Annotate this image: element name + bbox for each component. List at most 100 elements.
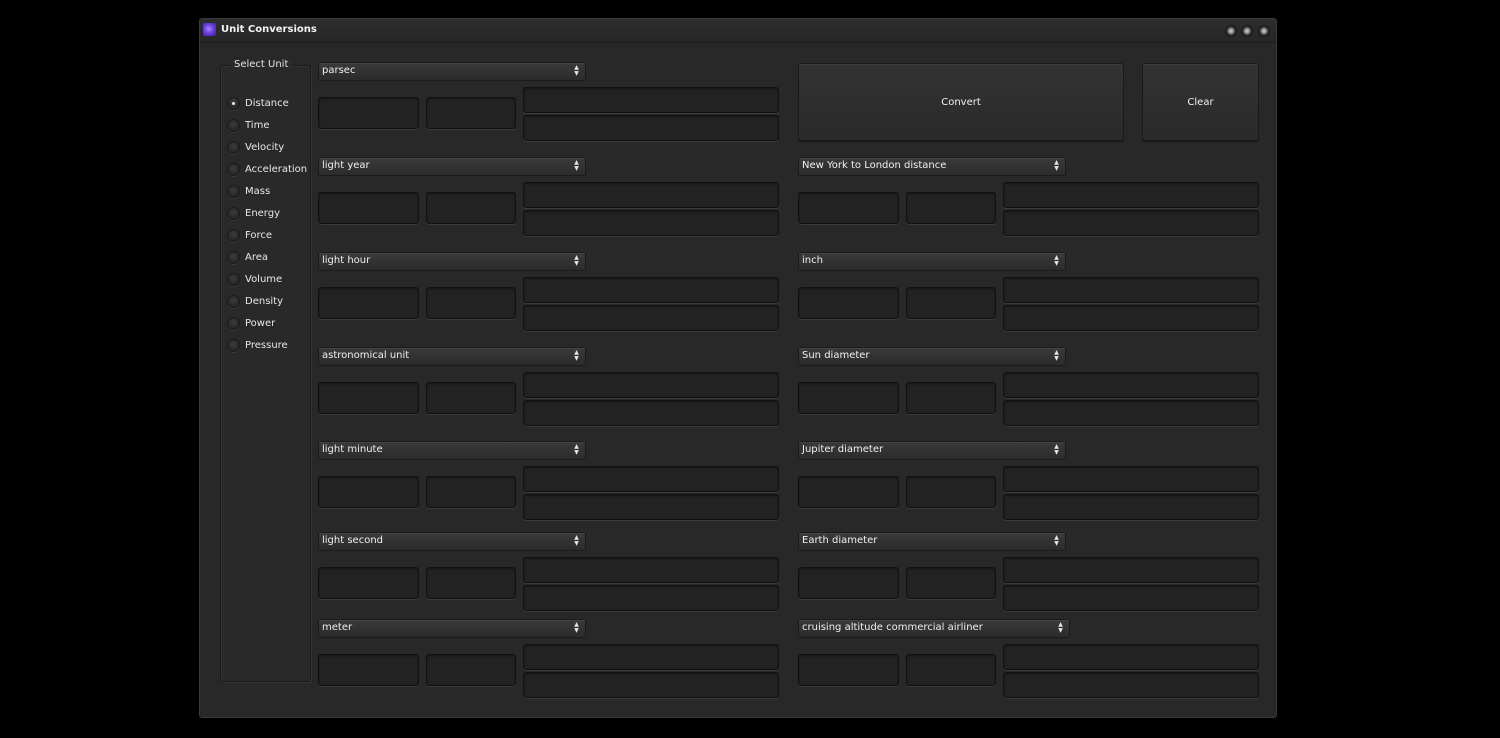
result-field-2[interactable] [523, 494, 779, 520]
exponent-input[interactable] [426, 654, 516, 686]
value-input[interactable] [798, 192, 899, 224]
radio-time[interactable]: Time [227, 117, 269, 133]
unit-select[interactable]: Sun diameter ▲ ▼ [798, 347, 1066, 366]
result-field-2[interactable] [523, 115, 779, 141]
radio-button[interactable] [227, 294, 240, 308]
exponent-input[interactable] [906, 382, 996, 414]
radio-mass[interactable]: Mass [227, 183, 270, 199]
result-field-1[interactable] [1003, 557, 1259, 583]
radio-button[interactable] [227, 118, 240, 132]
result-field-2[interactable] [523, 210, 779, 236]
result-field-2[interactable] [523, 400, 779, 426]
value-input[interactable] [318, 287, 419, 319]
result-field-1[interactable] [523, 557, 779, 583]
result-field-1[interactable] [523, 372, 779, 398]
result-field-2[interactable] [523, 305, 779, 331]
unit-select[interactable]: light year ▲ ▼ [318, 157, 586, 176]
select-unit-title: Select Unit [229, 59, 294, 70]
convert-button[interactable]: Convert [798, 63, 1124, 141]
result-field-1[interactable] [523, 644, 779, 670]
exponent-input[interactable] [426, 192, 516, 224]
exponent-input[interactable] [426, 97, 516, 129]
unit-select[interactable]: meter ▲ ▼ [318, 619, 586, 638]
radio-density[interactable]: Density [227, 293, 283, 309]
result-field-2[interactable] [1003, 210, 1259, 236]
value-input[interactable] [798, 287, 899, 319]
clear-button[interactable]: Clear [1142, 63, 1259, 141]
exponent-input[interactable] [906, 476, 996, 508]
result-field-1[interactable] [1003, 372, 1259, 398]
radio-button[interactable] [227, 316, 240, 330]
value-input[interactable] [798, 382, 899, 414]
result-field-2[interactable] [1003, 494, 1259, 520]
exponent-input[interactable] [906, 567, 996, 599]
result-field-1[interactable] [523, 87, 779, 113]
result-field-2[interactable] [523, 672, 779, 698]
result-field-2[interactable] [1003, 672, 1259, 698]
unit-select[interactable]: Jupiter diameter ▲ ▼ [798, 441, 1066, 460]
exponent-input[interactable] [906, 287, 996, 319]
maximize-button[interactable] [1241, 25, 1253, 37]
value-input[interactable] [798, 476, 899, 508]
unit-select[interactable]: cruising altitude commercial airliner ▲ ▼ [798, 619, 1070, 638]
value-input[interactable] [798, 654, 899, 686]
result-field-2[interactable] [1003, 400, 1259, 426]
result-field-1[interactable] [1003, 277, 1259, 303]
radio-distance[interactable]: Distance [227, 95, 289, 111]
result-field-1[interactable] [523, 182, 779, 208]
unit-select-value: light year [322, 160, 370, 171]
unit-select[interactable]: inch ▲ ▼ [798, 252, 1066, 271]
exponent-input[interactable] [426, 476, 516, 508]
unit-select[interactable]: astronomical unit ▲ ▼ [318, 347, 586, 366]
radio-label: Power [245, 317, 276, 329]
value-input[interactable] [318, 97, 419, 129]
radio-button[interactable] [227, 206, 240, 220]
value-input[interactable] [318, 192, 419, 224]
radio-button[interactable] [227, 140, 240, 154]
radio-power[interactable]: Power [227, 315, 275, 331]
result-field-2[interactable] [1003, 305, 1259, 331]
unit-select[interactable]: New York to London distance ▲ ▼ [798, 157, 1066, 176]
radio-energy[interactable]: Energy [227, 205, 280, 221]
title-bar[interactable]: Unit Conversions [200, 19, 1276, 43]
exponent-input[interactable] [426, 287, 516, 319]
exponent-input[interactable] [426, 567, 516, 599]
radio-button[interactable] [227, 338, 240, 352]
radio-acceleration[interactable]: Acceleration [227, 161, 307, 177]
exponent-input[interactable] [906, 192, 996, 224]
radio-button[interactable] [227, 228, 240, 242]
unit-select[interactable]: light minute ▲ ▼ [318, 441, 586, 460]
value-input[interactable] [798, 567, 899, 599]
value-input[interactable] [318, 382, 419, 414]
radio-button[interactable] [227, 184, 240, 198]
value-input[interactable] [318, 476, 419, 508]
radio-label: Density [245, 295, 284, 307]
result-field-1[interactable] [1003, 644, 1259, 670]
radio-pressure[interactable]: Pressure [227, 337, 288, 353]
exponent-input[interactable] [906, 654, 996, 686]
radio-velocity[interactable]: Velocity [227, 139, 284, 155]
close-button[interactable] [1258, 25, 1270, 37]
result-field-2[interactable] [1003, 585, 1259, 611]
value-input[interactable] [318, 654, 419, 686]
result-field-2[interactable] [523, 585, 779, 611]
unit-select[interactable]: light hour ▲ ▼ [318, 252, 586, 271]
radio-area[interactable]: Area [227, 249, 268, 265]
unit-select[interactable]: Earth diameter ▲ ▼ [798, 532, 1066, 551]
radio-button[interactable] [227, 96, 240, 110]
radio-volume[interactable]: Volume [227, 271, 282, 287]
result-field-1[interactable] [523, 466, 779, 492]
radio-button[interactable] [227, 250, 240, 264]
result-field-1[interactable] [523, 277, 779, 303]
unit-select[interactable]: light second ▲ ▼ [318, 532, 586, 551]
value-input[interactable] [318, 567, 419, 599]
result-field-1[interactable] [1003, 182, 1259, 208]
exponent-input[interactable] [426, 382, 516, 414]
radio-force[interactable]: Force [227, 227, 272, 243]
minimize-button[interactable] [1225, 25, 1237, 37]
radio-label: Pressure [245, 339, 288, 351]
radio-button[interactable] [227, 162, 240, 176]
radio-button[interactable] [227, 272, 240, 286]
result-field-1[interactable] [1003, 466, 1259, 492]
unit-select[interactable]: parsec ▲ ▼ [318, 62, 586, 81]
